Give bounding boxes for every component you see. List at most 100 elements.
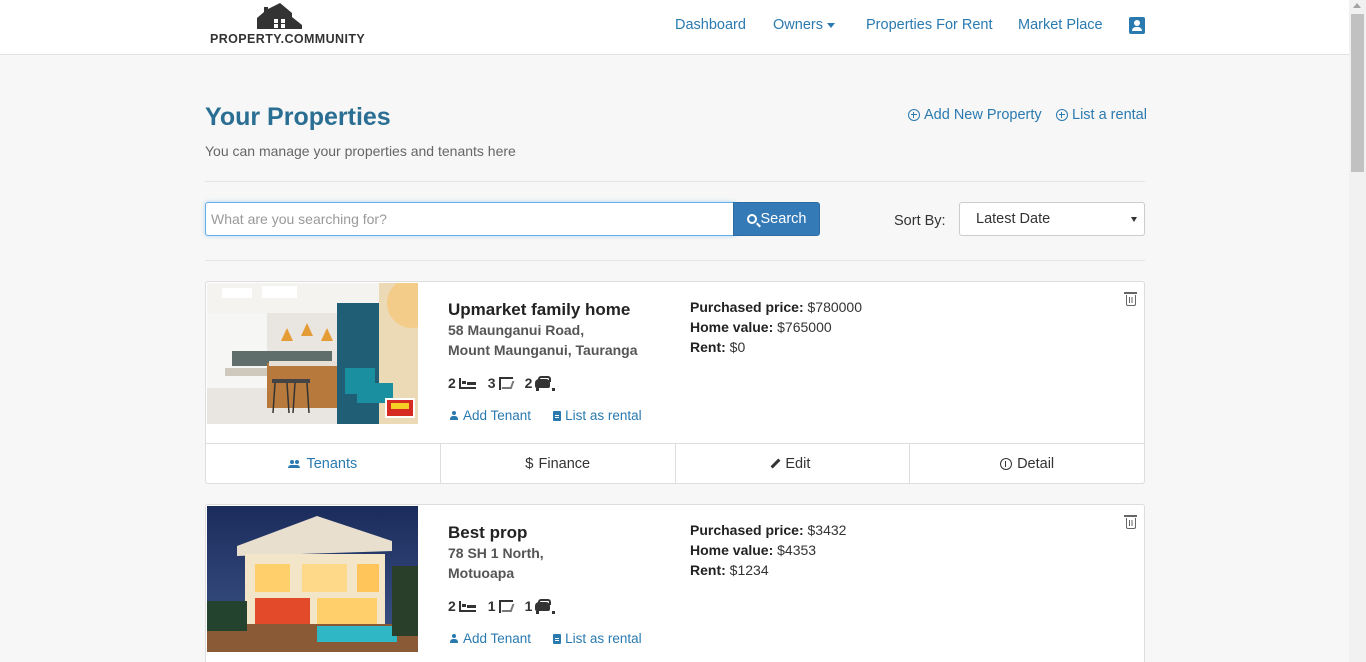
home-value-label: Home value: (690, 319, 774, 335)
search-icon (746, 214, 757, 224)
property-card: Upmarket family home 58 Maunganui Road, … (205, 281, 1145, 484)
property-prices: Purchased price: $3432 Home value: $4353… (690, 520, 846, 580)
person-add-icon (448, 634, 459, 643)
people-icon (288, 459, 301, 468)
list-as-rental-label: List as rental (565, 408, 642, 423)
property-address-line2: Mount Maunganui, Tauranga (448, 342, 638, 358)
circle-plus-icon (908, 109, 920, 121)
person-add-icon (448, 411, 459, 420)
search-input[interactable] (205, 202, 735, 236)
document-icon (553, 633, 562, 644)
property-card: Best prop 78 SH 1 North, Motuoapa 2 1 1 … (205, 504, 1145, 662)
info-icon (1000, 457, 1013, 470)
list-a-rental-link[interactable]: List a rental (1056, 107, 1147, 123)
property-address-line1: 58 Maunganui Road, (448, 322, 585, 338)
trash-icon[interactable] (1124, 515, 1137, 529)
nav-market-place[interactable]: Market Place (1018, 17, 1103, 33)
rent-value: $1234 (729, 562, 769, 578)
scrollbar-thumb[interactable] (1351, 14, 1364, 172)
add-tenant-link[interactable]: Add Tenant (448, 631, 531, 646)
tenants-label: Tenants (306, 455, 358, 472)
sort-selected-value: Latest Date (976, 211, 1051, 227)
scroll-up-arrow-icon[interactable] (1353, 3, 1361, 8)
property-photo-kitchen[interactable] (207, 283, 418, 424)
nav-owners-label: Owners (773, 17, 823, 33)
list-a-rental-label: List a rental (1072, 107, 1147, 123)
purchased-price-value: $780000 (807, 299, 863, 315)
circle-plus-icon (1056, 109, 1068, 121)
property-features: 2 3 2 (448, 375, 556, 391)
add-tenant-label: Add Tenant (463, 408, 532, 423)
property-community-logo[interactable]: PROPERTY.COMMUNITY (210, 3, 365, 49)
list-as-rental-label: List as rental (565, 631, 642, 646)
bath-icon (498, 376, 513, 390)
sort-by-select[interactable]: Latest Date (959, 202, 1145, 236)
home-value-value: $4353 (777, 542, 817, 558)
detail-label: Detail (1017, 455, 1055, 472)
dollar-icon: $ (525, 455, 534, 472)
bed-icon (458, 600, 476, 612)
property-actions: Add Tenant List as rental (448, 408, 642, 423)
nav-properties-for-rent[interactable]: Properties For Rent (866, 17, 993, 33)
car-icon (535, 598, 556, 614)
property-actions: Add Tenant List as rental (448, 631, 642, 646)
rent-value: $0 (729, 339, 746, 355)
chevron-down-icon (826, 22, 835, 28)
property-image (207, 506, 418, 652)
finance-label: Finance (538, 455, 591, 472)
property-image (207, 283, 418, 424)
property-title[interactable]: Best prop (448, 523, 527, 543)
user-profile-icon[interactable] (1129, 17, 1145, 34)
nav-owners-dropdown[interactable]: Owners (773, 17, 835, 33)
list-as-rental-link[interactable]: List as rental (553, 631, 642, 646)
trash-icon[interactable] (1124, 292, 1137, 306)
detail-button[interactable]: Detail (910, 444, 1144, 483)
parking-count: 1 (524, 598, 533, 614)
property-address-line2: Motuoapa (448, 565, 515, 581)
divider (205, 181, 1145, 182)
bed-icon (458, 377, 476, 389)
bath-icon (498, 599, 513, 613)
edit-button[interactable]: Edit (676, 444, 911, 483)
sort-by-label: Sort By: (894, 213, 946, 229)
pencil-icon (770, 458, 781, 469)
add-new-property-label: Add New Property (924, 107, 1042, 123)
car-icon (535, 375, 556, 391)
bedroom-count: 2 (448, 598, 456, 614)
nav-dashboard[interactable]: Dashboard (675, 17, 746, 33)
property-prices: Purchased price: $780000 Home value: $76… (690, 297, 862, 357)
house-logo-icon (257, 3, 302, 29)
property-photo-house[interactable] (207, 506, 418, 652)
page-scrollbar[interactable] (1349, 0, 1366, 662)
home-value-label: Home value: (690, 542, 774, 558)
purchased-price-label: Purchased price: (690, 299, 804, 315)
bedroom-count: 2 (448, 375, 456, 391)
property-features: 2 1 1 (448, 598, 556, 614)
tenants-button[interactable]: Tenants (206, 444, 441, 483)
purchased-price-value: $3432 (807, 522, 847, 538)
search-button[interactable]: Search (733, 202, 820, 236)
logo-text: PROPERTY.COMMUNITY (210, 32, 366, 46)
rent-label: Rent: (690, 562, 726, 578)
purchased-price-label: Purchased price: (690, 522, 804, 538)
select-arrow-icon (1131, 217, 1137, 222)
page-title: Your Properties (205, 103, 391, 131)
parking-count: 2 (524, 375, 533, 391)
edit-label: Edit (785, 455, 811, 472)
list-as-rental-link[interactable]: List as rental (553, 408, 642, 423)
search-button-label: Search (760, 211, 807, 227)
finance-button[interactable]: $ Finance (441, 444, 676, 483)
divider (205, 260, 1145, 261)
bathroom-count: 3 (487, 375, 496, 391)
add-new-property-link[interactable]: Add New Property (908, 107, 1042, 123)
property-title[interactable]: Upmarket family home (448, 300, 630, 320)
top-navbar: PROPERTY.COMMUNITY Dashboard Owners Prop… (0, 0, 1349, 55)
document-icon (553, 410, 562, 421)
bathroom-count: 1 (487, 598, 496, 614)
page-subtitle: You can manage your properties and tenan… (205, 143, 516, 159)
property-card-footer: Tenants $ Finance Edit Detail (206, 443, 1144, 483)
property-address-line1: 78 SH 1 North, (448, 545, 544, 561)
add-tenant-link[interactable]: Add Tenant (448, 408, 531, 423)
add-tenant-label: Add Tenant (463, 631, 532, 646)
rent-label: Rent: (690, 339, 726, 355)
